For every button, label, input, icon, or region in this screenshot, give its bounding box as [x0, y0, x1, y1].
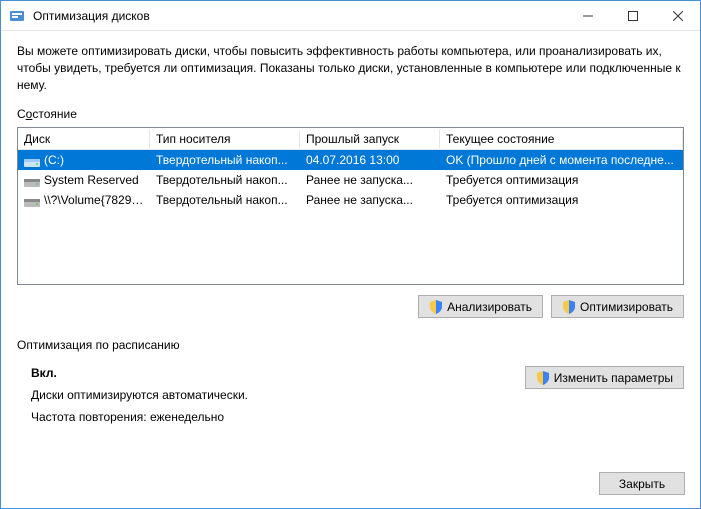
drive-icon — [24, 155, 40, 167]
column-media[interactable]: Тип носителя — [150, 130, 300, 148]
schedule-section-label: Оптимизация по расписанию — [17, 338, 684, 352]
intro-text: Вы можете оптимизировать диски, чтобы по… — [17, 43, 684, 93]
cell-status: Требуется оптимизация — [440, 192, 683, 208]
change-settings-button[interactable]: Изменить параметры — [525, 366, 684, 389]
cell-disk: \\?\Volume{7829fc... — [18, 192, 150, 208]
cell-media: Твердотельный накоп... — [150, 192, 300, 208]
window-title: Оптимизация дисков — [33, 9, 150, 23]
column-disk[interactable]: Диск — [18, 130, 150, 148]
table-row[interactable]: \\?\Volume{7829fc...Твердотельный накоп.… — [18, 190, 683, 210]
minimize-button[interactable] — [565, 1, 610, 30]
cell-lastrun: Ранее не запуска... — [300, 192, 440, 208]
maximize-button[interactable] — [610, 1, 655, 30]
close-button[interactable] — [655, 1, 700, 30]
column-lastrun[interactable]: Прошлый запуск — [300, 130, 440, 148]
analyze-button[interactable]: Анализировать — [418, 295, 543, 318]
shield-icon — [536, 371, 550, 385]
app-icon — [9, 8, 25, 24]
shield-icon — [429, 300, 443, 314]
table-row[interactable]: (C:)Твердотельный накоп...04.07.2016 13:… — [18, 150, 683, 170]
schedule-status: Вкл. — [31, 366, 525, 380]
cell-status: Требуется оптимизация — [440, 172, 683, 188]
cell-lastrun: 04.07.2016 13:00 — [300, 152, 440, 168]
state-section-label: Состояние — [17, 107, 684, 121]
schedule-line1: Диски оптимизируются автоматически. — [31, 388, 525, 402]
column-status[interactable]: Текущее состояние — [440, 130, 683, 148]
drives-listview[interactable]: Диск Тип носителя Прошлый запуск Текущее… — [17, 127, 684, 285]
table-row[interactable]: System ReservedТвердотельный накоп...Ран… — [18, 170, 683, 190]
cell-lastrun: Ранее не запуска... — [300, 172, 440, 188]
listview-header: Диск Тип носителя Прошлый запуск Текущее… — [18, 128, 683, 150]
drive-icon — [24, 195, 40, 207]
cell-disk: (C:) — [18, 152, 150, 168]
cell-media: Твердотельный накоп... — [150, 152, 300, 168]
close-dialog-button[interactable]: Закрыть — [599, 472, 685, 495]
schedule-line2: Частота повторения: еженедельно — [31, 410, 525, 424]
drive-icon — [24, 175, 40, 187]
titlebar: Оптимизация дисков — [1, 1, 700, 31]
cell-status: OK (Прошло дней с момента последне... — [440, 152, 683, 168]
cell-disk: System Reserved — [18, 172, 150, 188]
shield-icon — [562, 300, 576, 314]
optimize-button[interactable]: Оптимизировать — [551, 295, 684, 318]
cell-media: Твердотельный накоп... — [150, 172, 300, 188]
